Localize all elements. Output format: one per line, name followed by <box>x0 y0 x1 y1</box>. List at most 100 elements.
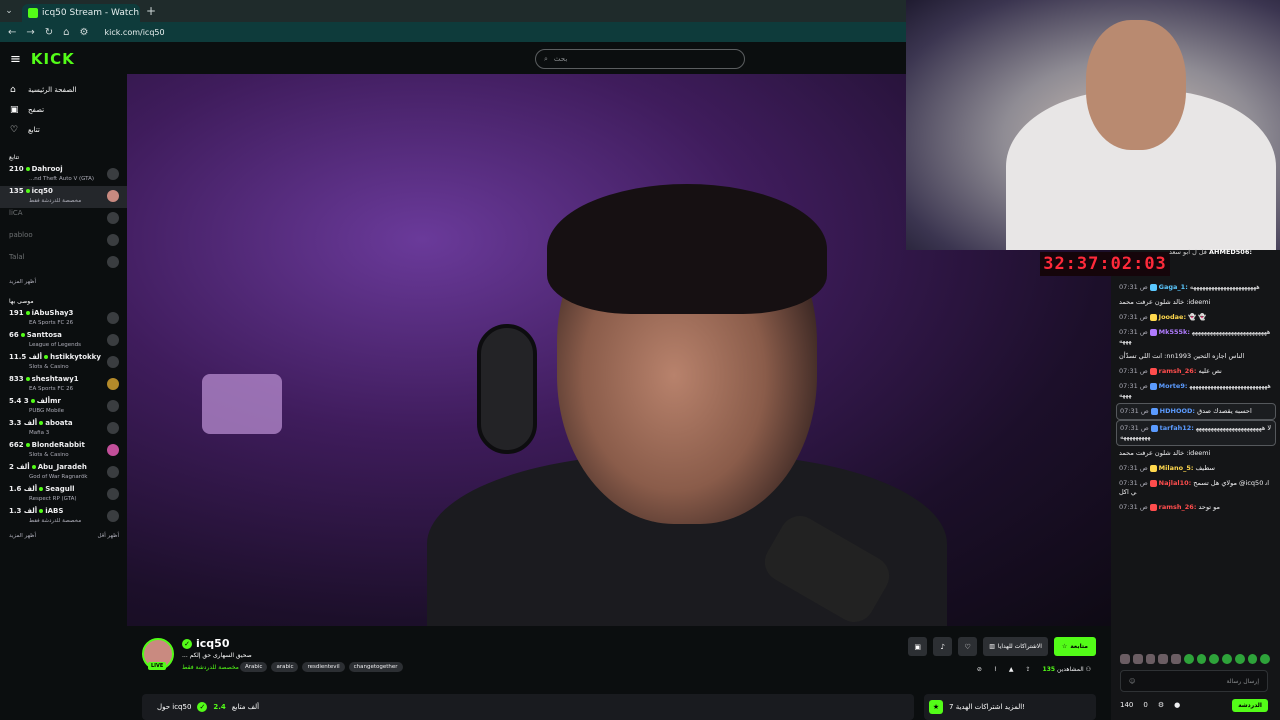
chat-users-icon[interactable]: ● <box>1174 701 1180 709</box>
search-input[interactable]: ⌕ بحث <box>535 49 745 69</box>
recommended-show-less[interactable]: أظهر أقل <box>97 533 119 539</box>
nav-label: الصفحة الرئيسية <box>28 86 77 94</box>
sidebar-nav-following[interactable]: ♡ تتابع <box>0 120 127 140</box>
gift-count[interactable]: 0 <box>1143 701 1147 709</box>
menu-icon[interactable]: ≡ <box>10 52 21 67</box>
chat-username[interactable]: Najlal10: <box>1159 479 1192 487</box>
address-bar[interactable]: kick.com/icq50 <box>105 28 165 37</box>
forward-icon[interactable]: → <box>26 27 34 38</box>
home-browser-icon[interactable]: ⌂ <box>63 27 69 38</box>
sidebar-channel-blonderabbit[interactable]: 662 BlondeRabbit Slots & Casino <box>0 440 127 462</box>
avatar <box>107 444 119 456</box>
emote-icon[interactable] <box>1171 654 1181 664</box>
chat-username[interactable]: Joodae: <box>1159 313 1186 321</box>
new-tab-icon[interactable]: + <box>146 4 156 18</box>
chat-username[interactable]: HDHOOD: <box>1160 407 1195 415</box>
tag[interactable]: arabic <box>271 662 299 672</box>
following-show-more[interactable]: أظهر المزيد <box>0 274 127 290</box>
follow-button[interactable]: ☆ متابعة <box>1053 637 1096 656</box>
report-icon[interactable]: ▲ <box>1009 666 1014 673</box>
sidebar-channel-pabloo[interactable]: pabloo <box>0 230 127 252</box>
chat-username[interactable]: Morte9: <box>1159 382 1188 390</box>
sidebar-nav-browse[interactable]: ▣ تصفح <box>0 100 127 120</box>
pinned-message: فل ل ابو سعد AHMED506: <box>1169 248 1252 256</box>
sidebar-channel-dahrooj[interactable]: 210 Dahrooj ...nd Theft Auto V (GTA) <box>0 164 127 186</box>
chat-username[interactable]: Gaga_1: <box>1159 283 1188 291</box>
chat-input-placeholder: إرسال رسالة <box>1226 677 1259 685</box>
emote-icon[interactable] <box>1247 654 1258 664</box>
following-title: تتابع <box>9 154 20 161</box>
sidebar-channel-seagull[interactable]: 1.6 ألف Seagull Respect RP (GTA) <box>0 484 127 506</box>
emote-icon[interactable] <box>1120 654 1130 664</box>
chat-username[interactable]: tarfah12: <box>1160 424 1194 432</box>
avatar <box>107 312 119 324</box>
emote-icon[interactable] <box>1132 654 1143 664</box>
badge-icon <box>1149 283 1157 291</box>
chat-text: نص عليه <box>1198 367 1222 375</box>
emote-icon[interactable] <box>1222 654 1232 664</box>
emote-icon[interactable] <box>1260 654 1270 664</box>
chat-username[interactable]: ramsh_26: <box>1159 503 1197 511</box>
emote-icon[interactable] <box>1158 654 1168 664</box>
sidebar-channel-santtosa[interactable]: 66 Santtosa League of Legends <box>0 330 127 352</box>
chat-input[interactable]: ☺ إرسال رسالة <box>1120 670 1268 692</box>
settings-icon[interactable]: ⚙ <box>1158 701 1164 709</box>
home-icon: ⌂ <box>10 85 16 95</box>
about-label: حول icq50 <box>157 703 192 711</box>
mute-icon[interactable]: ⊘ <box>977 666 982 673</box>
sidebar-channel-sheshtawy1[interactable]: 833 sheshtawy1 EA Sports FC 26 <box>0 374 127 396</box>
chat-username[interactable]: Milano_5: <box>1159 464 1194 472</box>
webcam-face-shape <box>1086 20 1186 150</box>
channel-title[interactable]: ✓ icq50 <box>182 637 229 650</box>
tag[interactable]: changetogether <box>348 662 403 672</box>
sidebar-channel-iabs[interactable]: 1.3 ألف iABS مخصصة للدردشة فقط <box>0 506 127 528</box>
sidebar-channel-aboata[interactable]: 3.3 ألف aboata Mafia 3 <box>0 418 127 440</box>
star-icon: ☆ <box>1061 643 1068 650</box>
avatar <box>107 334 119 346</box>
sidebar-channel-icq50[interactable]: 135 icq50 مخصصة للدردشة فقط <box>0 186 127 208</box>
emote-icon[interactable] <box>1209 654 1219 664</box>
clip-icon[interactable]: ⌇ <box>994 666 997 673</box>
sidebar-channel-abu-jaradeh[interactable]: 2 ألف Abu_Jaradeh God of War Ragnarök <box>0 462 127 484</box>
points-count[interactable]: 140 <box>1120 701 1133 709</box>
gift-subs-leaderboard[interactable]: ★ المزيد اشتراكات الهدية 7! <box>924 694 1096 720</box>
sidebar-channel-iabushay3[interactable]: 191 iAbuShay3 EA Sports FC 26 <box>0 308 127 330</box>
chat-username[interactable]: ramsh_26: <box>1159 367 1197 375</box>
emote-icon[interactable] <box>1234 654 1245 664</box>
gift-subs-button[interactable]: ▥ الاشتراكات للهدايا <box>983 637 1048 656</box>
back-icon[interactable]: ← <box>8 27 16 38</box>
bell-icon[interactable]: ♪ <box>933 637 953 656</box>
sidebar-channel-lica[interactable]: liCA <box>0 208 127 230</box>
emote-icon[interactable] <box>1145 654 1156 664</box>
browser-tab[interactable]: icq50 Stream - Watch Live on Ki ✕ <box>22 4 140 22</box>
sidebar-channel-hstikkytokky[interactable]: 11.5 ألف hstikkytokky Slots & Casino <box>0 352 127 374</box>
emoji-icon[interactable]: ☺ <box>1129 678 1135 685</box>
about-section[interactable]: حول icq50 ✓ 2.4 ألف متابع <box>142 694 914 720</box>
site-info-icon[interactable]: ⚙ <box>80 27 89 38</box>
stream-category[interactable]: مخصصة للدردشة فقط <box>182 664 239 671</box>
kick-favicon-icon <box>28 8 38 18</box>
chat-timestamp: 07:31 ص <box>1119 313 1148 321</box>
theater-mode-icon[interactable]: ▣ <box>908 637 928 656</box>
tag[interactable]: resdientevil <box>302 662 345 672</box>
emote-icon[interactable] <box>1183 654 1194 664</box>
kick-logo[interactable]: KICK <box>31 50 75 68</box>
sidebar-channel-3mr[interactable]: 5.4 ألف3mr PUBG Mobile <box>0 396 127 418</box>
avatar <box>107 378 119 390</box>
share-icon[interactable]: ⇪ <box>1026 666 1031 673</box>
sidebar-channel-talal[interactable]: Talal <box>0 252 127 274</box>
tag[interactable]: Arabic <box>240 662 268 672</box>
chat-send-button[interactable]: الدردشة <box>1232 698 1268 712</box>
chat-username[interactable]: Mk555k: <box>1159 328 1190 336</box>
search-placeholder: بحث <box>553 55 568 63</box>
chat-message: 07:31 ص Najlal10: مولاي هل تسمح @icq50 ان… <box>1116 476 1276 500</box>
emote-bar[interactable] <box>1120 654 1270 668</box>
viewer-stats: المشاهدين 135 ⚇ <box>1042 666 1091 673</box>
sidebar-nav-home[interactable]: ⌂ الصفحة الرئيسية <box>0 80 127 100</box>
unfollow-heart-icon[interactable]: ♡ <box>958 637 978 656</box>
tab-list-icon[interactable]: ⌄ <box>0 0 18 22</box>
viewer-count: 210 <box>9 165 24 173</box>
reload-icon[interactable]: ↻ <box>45 27 53 38</box>
emote-icon[interactable] <box>1196 654 1207 664</box>
recommended-show-more[interactable]: أظهر المزيد <box>9 533 36 539</box>
